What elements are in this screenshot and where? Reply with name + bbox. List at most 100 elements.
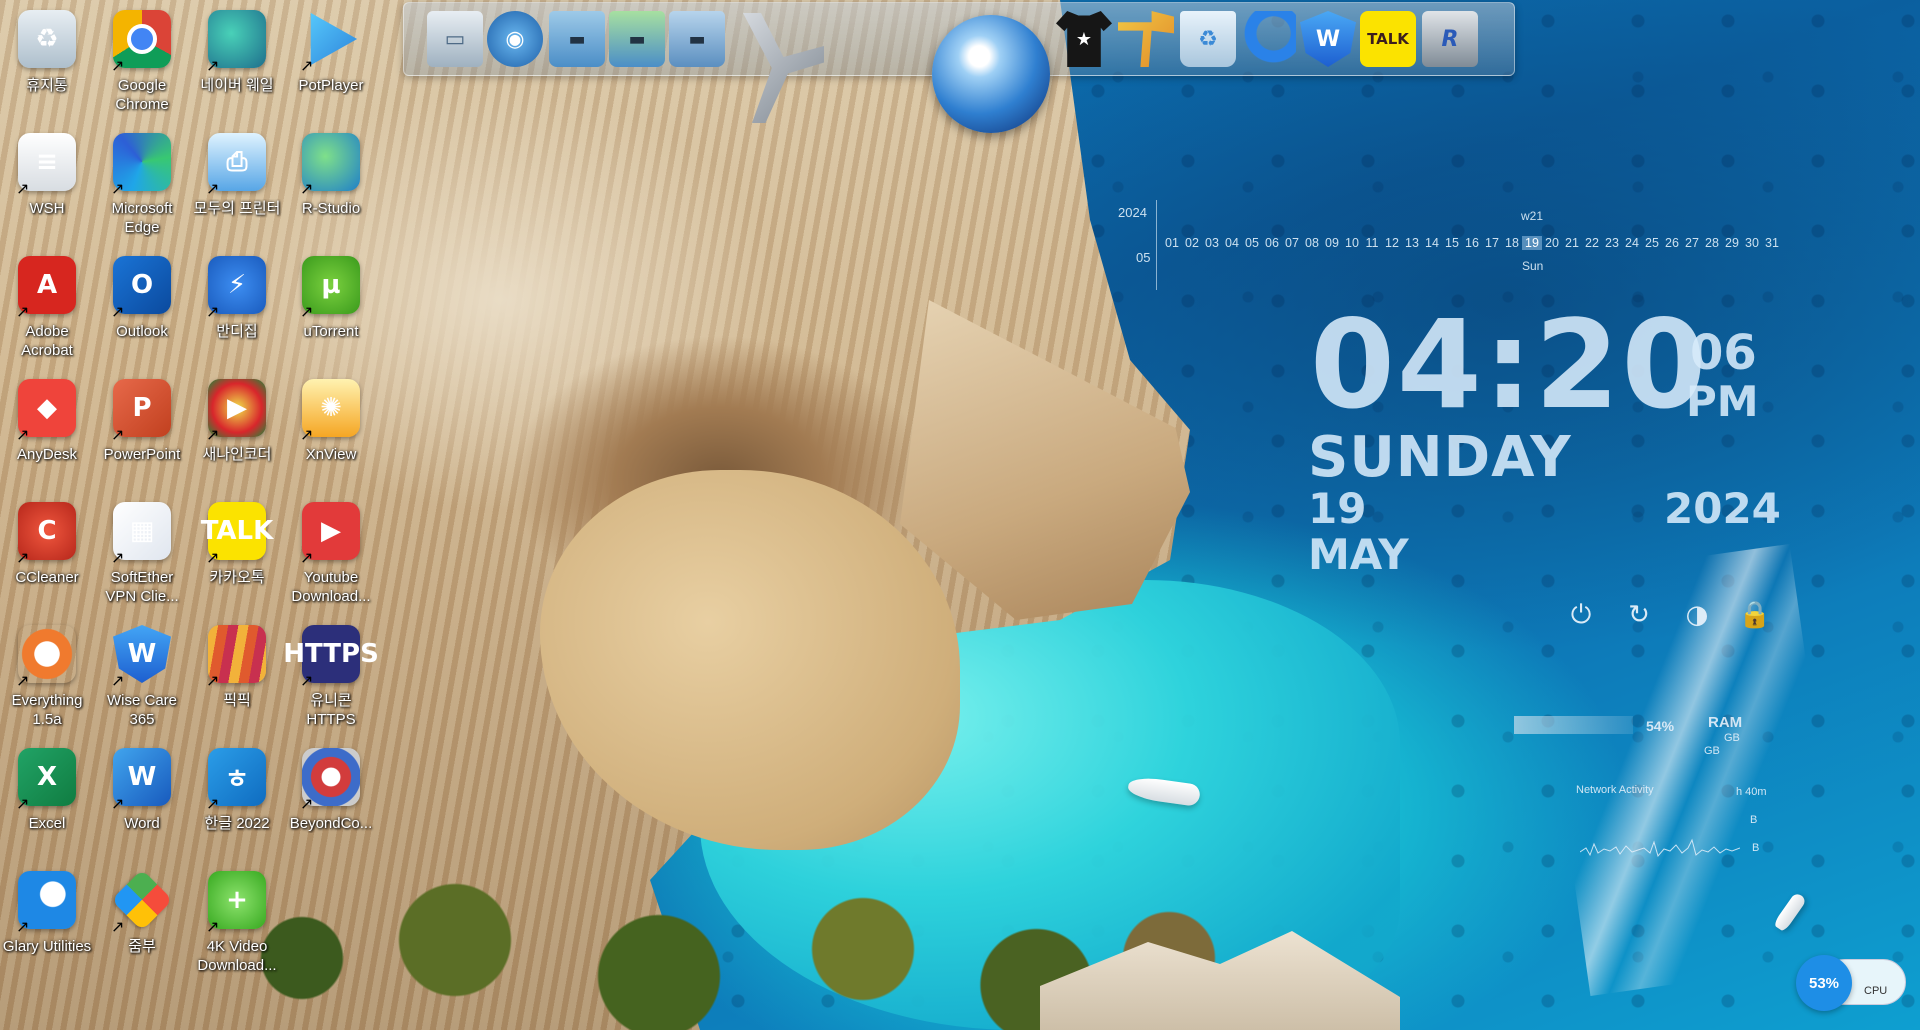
shortcut-arrow-icon: ↗ — [300, 58, 314, 75]
internet-globe-icon[interactable] — [932, 15, 1050, 133]
desktop-shortcut[interactable]: ↗ ▦ SoftEther VPN Clie... — [95, 492, 189, 612]
desktop-shortcut[interactable]: ↗ ≡ WSH — [0, 123, 94, 243]
clock-seconds: 06 — [1690, 325, 1757, 381]
shortcut-arrow-icon: ↗ — [16, 550, 30, 567]
open-folder-icon[interactable]: ▬ — [669, 11, 725, 67]
desktop-shortcut[interactable]: ↗ ▶ Youtube Download... — [284, 492, 378, 612]
desktop-shortcut[interactable]: ↗ Google Chrome — [95, 0, 189, 120]
sleep-icon[interactable]: ◑ — [1682, 600, 1712, 630]
desktop-shortcut[interactable]: ↗ O Outlook — [95, 246, 189, 366]
calendar-day: 28 — [1705, 236, 1719, 250]
desktop-shortcut[interactable]: ↗ ○ Everything 1.5a — [0, 615, 94, 735]
desktop-shortcut[interactable]: ↗ W Wise Care 365 — [95, 615, 189, 735]
shortcut-arrow-icon: ↗ — [206, 919, 220, 936]
shortcut-arrow-icon: ↗ — [300, 181, 314, 198]
calendar-day: 19 — [1522, 236, 1542, 250]
desktop-shortcut[interactable]: ↗ R-Studio — [284, 123, 378, 243]
cpu-monitor[interactable]: 53% CPU — [1796, 955, 1906, 1011]
calendar-day: 17 — [1485, 236, 1499, 250]
dock-recycle-bin-icon[interactable]: ♻ — [1180, 11, 1236, 67]
desktop-shortcut-label: Adobe Acrobat — [21, 323, 73, 359]
desktop-shortcut-label: 유니콘 HTTPS — [306, 692, 356, 728]
lock-icon[interactable]: 🔒 — [1739, 600, 1771, 630]
desktop-shortcut[interactable]: ↗ ✺ XnView — [284, 369, 378, 489]
desktop-shortcut[interactable]: ↗ ⚡ 반디집 — [190, 246, 284, 366]
calendar-today-name: Sun — [1522, 259, 1544, 273]
clock-ampm: PM — [1686, 377, 1759, 426]
my-computer-icon[interactable]: ▭ — [427, 11, 483, 67]
shortcut-arrow-icon: ↗ — [300, 427, 314, 444]
calendar-day: 08 — [1305, 236, 1319, 250]
desktop-shortcut[interactable]: ↗ PotPlayer — [284, 0, 378, 120]
restart-icon[interactable]: ↻ — [1624, 600, 1654, 630]
desktop-shortcut[interactable]: ↗ ▶ 새나인코더 — [190, 369, 284, 489]
calendar-day: 07 — [1285, 236, 1299, 250]
shutdown-icon[interactable]: ⏻ — [1566, 600, 1596, 630]
desktop-shortcut[interactable]: ↗ ⎙ 모두의 프린터 — [190, 123, 284, 243]
desktop-shortcut-label: BeyondCo... — [289, 815, 373, 832]
shortcut-arrow-icon: ↗ — [111, 58, 125, 75]
desktop-shortcut-label: 반디집 — [216, 323, 258, 340]
calendar-year: 2024 — [1118, 205, 1147, 220]
calendar-day: 20 — [1545, 236, 1559, 250]
desktop-shortcut[interactable]: ↗ X Excel — [0, 738, 94, 858]
shortcut-arrow-icon: ↗ — [111, 919, 125, 936]
calendar-day-row: 01 02 03 04 05 06 07 08 09 10 11 12 13 14 15 16 17 18 19 20… — [1162, 236, 1782, 250]
desktop-shortcut[interactable]: ↗ Microsoft Edge — [95, 123, 189, 243]
desktop-shortcut[interactable]: ↗ W Word — [95, 738, 189, 858]
network-monitor: Network Activity h 40m B B — [1576, 782, 1796, 872]
desktop-shortcut-label: Outlook — [116, 323, 168, 340]
cpu-label: CPU — [1864, 985, 1888, 997]
calendar-divider — [1156, 200, 1157, 290]
calendar-week-number: w21 — [1521, 209, 1544, 223]
launcher-dock: ▭ ◉ ▬ ▬ ▬ ★ ♻ W TALK R — [403, 2, 1515, 133]
shortcut-arrow-icon: ↗ — [300, 304, 314, 321]
clock-weekday: SUNDAY — [1308, 425, 1572, 490]
desktop-shortcut[interactable]: ↗ P PowerPoint — [95, 369, 189, 489]
desktop-shortcut[interactable]: ↗ BeyondCo... — [284, 738, 378, 858]
calendar-day: 09 — [1325, 236, 1339, 250]
desktop-shortcut[interactable]: ↗ Glary Utilities — [0, 861, 94, 981]
desktop-shortcut[interactable]: ♻ 휴지통 — [0, 0, 94, 120]
desktop-shortcut[interactable]: ↗ ◆ AnyDesk — [0, 369, 94, 489]
ram-percent: 54% — [1646, 718, 1675, 734]
desktop-shortcut[interactable]: ↗ µ uTorrent — [284, 246, 378, 366]
documents-folder-icon[interactable]: ▬ — [549, 11, 605, 67]
calendar-month: 05 — [1136, 250, 1151, 265]
network-activity-graph — [1580, 838, 1740, 858]
desktop-shortcut[interactable]: ↗ ㅎ 한글 2022 — [190, 738, 284, 858]
desktop-shortcut-label: 줌부 — [128, 938, 156, 955]
hammer-icon[interactable] — [1118, 11, 1174, 67]
desktop-shortcut[interactable]: ↗ 줌부 — [95, 861, 189, 981]
r-restore-icon[interactable]: R — [1422, 11, 1478, 67]
desktop-shortcut-label: SoftEther VPN Clie... — [105, 569, 179, 605]
shortcut-arrow-icon: ↗ — [300, 796, 314, 813]
calendar-day: 12 — [1385, 236, 1399, 250]
desktop-shortcut-label: Wise Care 365 — [106, 692, 177, 728]
shortcut-arrow-icon: ↗ — [16, 919, 30, 936]
desktop-shortcut-label: Microsoft Edge — [111, 200, 173, 236]
network-title: Network Activity — [1576, 784, 1654, 796]
moon-app-icon[interactable] — [1240, 11, 1296, 67]
shortcut-arrow-icon: ↗ — [111, 796, 125, 813]
desktop-shortcut[interactable]: ↗ 픽픽 — [190, 615, 284, 735]
downloads-folder-icon[interactable]: ▬ — [609, 11, 665, 67]
desktop-shortcut[interactable]: ↗ 네이버 웨일 — [190, 0, 284, 120]
shortcut-arrow-icon: ↗ — [206, 181, 220, 198]
desktop-shortcut[interactable]: ↗ TALK 카카오톡 — [190, 492, 284, 612]
wise-shield-icon[interactable]: W — [1300, 11, 1356, 67]
shortcut-arrow-icon: ↗ — [16, 427, 30, 444]
desktop-shortcut[interactable]: ↗ HTTPS 유니콘 HTTPS — [283, 615, 379, 735]
tshirt-icon[interactable]: ★ — [1056, 11, 1112, 67]
network-computer-icon[interactable]: ◉ — [487, 11, 543, 67]
desktop-shortcut[interactable]: ↗ +4K Video Download... — [190, 861, 284, 981]
desktop-shortcut-label: Everything 1.5a — [11, 692, 83, 728]
desktop-shortcut[interactable]: ↗ A Adobe Acrobat — [0, 246, 94, 366]
desktop-shortcut-label: uTorrent — [303, 323, 359, 340]
dock-kakaotalk-icon[interactable]: TALK — [1360, 11, 1416, 67]
shortcut-arrow-icon: ↗ — [206, 58, 220, 75]
shortcut-arrow-icon: ↗ — [16, 304, 30, 321]
shortcut-arrow-icon: ↗ — [111, 673, 125, 690]
desktop-shortcut[interactable]: ↗ C CCleaner — [0, 492, 94, 612]
shortcut-arrow-icon: ↗ — [111, 181, 125, 198]
